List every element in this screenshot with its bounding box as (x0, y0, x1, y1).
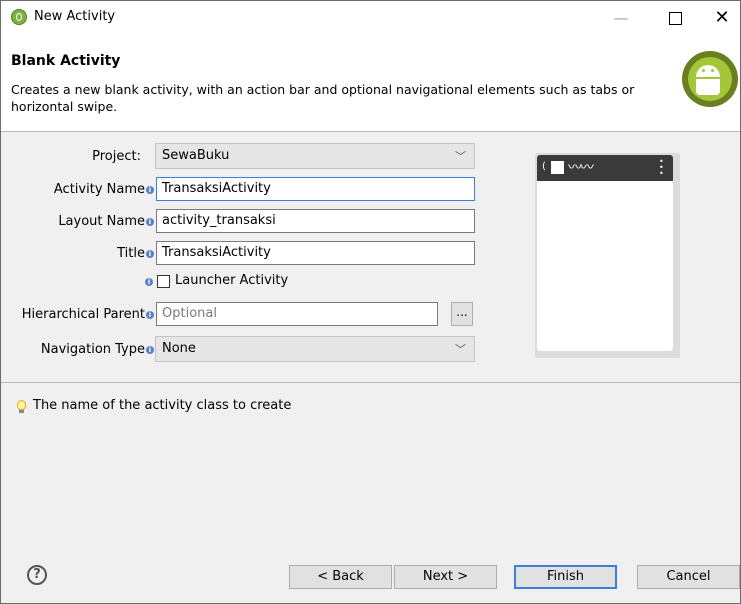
launcher-activity-checkbox[interactable] (157, 275, 170, 288)
wizard-header: Blank Activity Creates a new blank activ… (1, 35, 740, 132)
project-value: SewaBuku (162, 148, 230, 163)
project-label: Project: (92, 149, 141, 164)
browse-parent-button[interactable]: ... (451, 302, 473, 326)
window-title: New Activity (34, 9, 116, 24)
layout-name-field[interactable]: activity_transaksi (156, 209, 475, 233)
info-icon: i (146, 218, 154, 226)
title-bar: New Activity — ✕ (1, 1, 740, 35)
chevron-down-icon: ﹀ (455, 150, 466, 163)
launcher-activity-label: Launcher Activity (175, 273, 289, 288)
activity-name-field[interactable]: TransaksiActivity (156, 177, 475, 201)
help-icon[interactable]: ? (27, 565, 47, 585)
button-bar: ? < Back Next > Finish Cancel (1, 545, 740, 603)
wizard-description: Creates a new blank activity, with an ac… (11, 82, 635, 114)
activity-preview: ( 〰〰 • • • (535, 153, 680, 358)
navigation-type-value: None (162, 341, 196, 356)
info-icon: i (146, 186, 154, 194)
back-button[interactable]: < Back (289, 565, 392, 589)
hierarchical-parent-label: Hierarchical Parent i (1, 307, 154, 322)
activity-form: Project: SewaBuku ﹀ Activity Name i Trans… (1, 132, 740, 383)
lightbulb-base (19, 410, 24, 413)
preview-action-bar: ( 〰〰 • • • (537, 155, 673, 181)
info-icon: i (145, 278, 153, 286)
project-select[interactable]: SewaBuku ﹀ (155, 143, 475, 169)
hierarchical-parent-field[interactable]: Optional (156, 302, 438, 326)
finish-button[interactable]: Finish (514, 565, 617, 589)
back-caret-icon: ( (542, 161, 546, 172)
preview-screen: ( 〰〰 • • • (537, 155, 673, 351)
lightbulb-icon (17, 400, 26, 410)
cancel-button[interactable]: Cancel (637, 565, 740, 589)
app-icon (11, 9, 27, 25)
info-icon: i (146, 250, 154, 258)
new-activity-dialog: New Activity — ✕ Blank Activity Creates … (0, 0, 741, 604)
minimize-button[interactable]: — (605, 7, 637, 29)
android-logo-icon (682, 51, 738, 107)
layout-name-label: Layout Name i (1, 214, 154, 229)
info-icon: i (146, 346, 154, 354)
title-field[interactable]: TransaksiActivity (156, 241, 475, 265)
title-label: Title i (1, 246, 154, 261)
maximize-icon (668, 12, 682, 25)
close-button[interactable]: ✕ (706, 7, 738, 29)
next-button[interactable]: Next > (394, 565, 497, 589)
maximize-button[interactable] (659, 7, 691, 29)
activity-name-label: Activity Name i (1, 182, 154, 197)
status-message: The name of the activity class to create (33, 398, 292, 413)
app-icon-placeholder (551, 161, 564, 174)
title-placeholder-icon: 〰〰 (568, 160, 594, 176)
chevron-down-icon: ﹀ (455, 343, 466, 356)
status-area: The name of the activity class to create (1, 383, 740, 545)
info-icon: i (146, 311, 154, 319)
overflow-menu-icon: • • • (659, 157, 664, 178)
navigation-type-label: Navigation Type i (1, 342, 154, 357)
navigation-type-select[interactable]: None ﹀ (155, 336, 475, 362)
hierarchical-parent-placeholder: Optional (162, 306, 217, 321)
wizard-title: Blank Activity (11, 53, 121, 69)
